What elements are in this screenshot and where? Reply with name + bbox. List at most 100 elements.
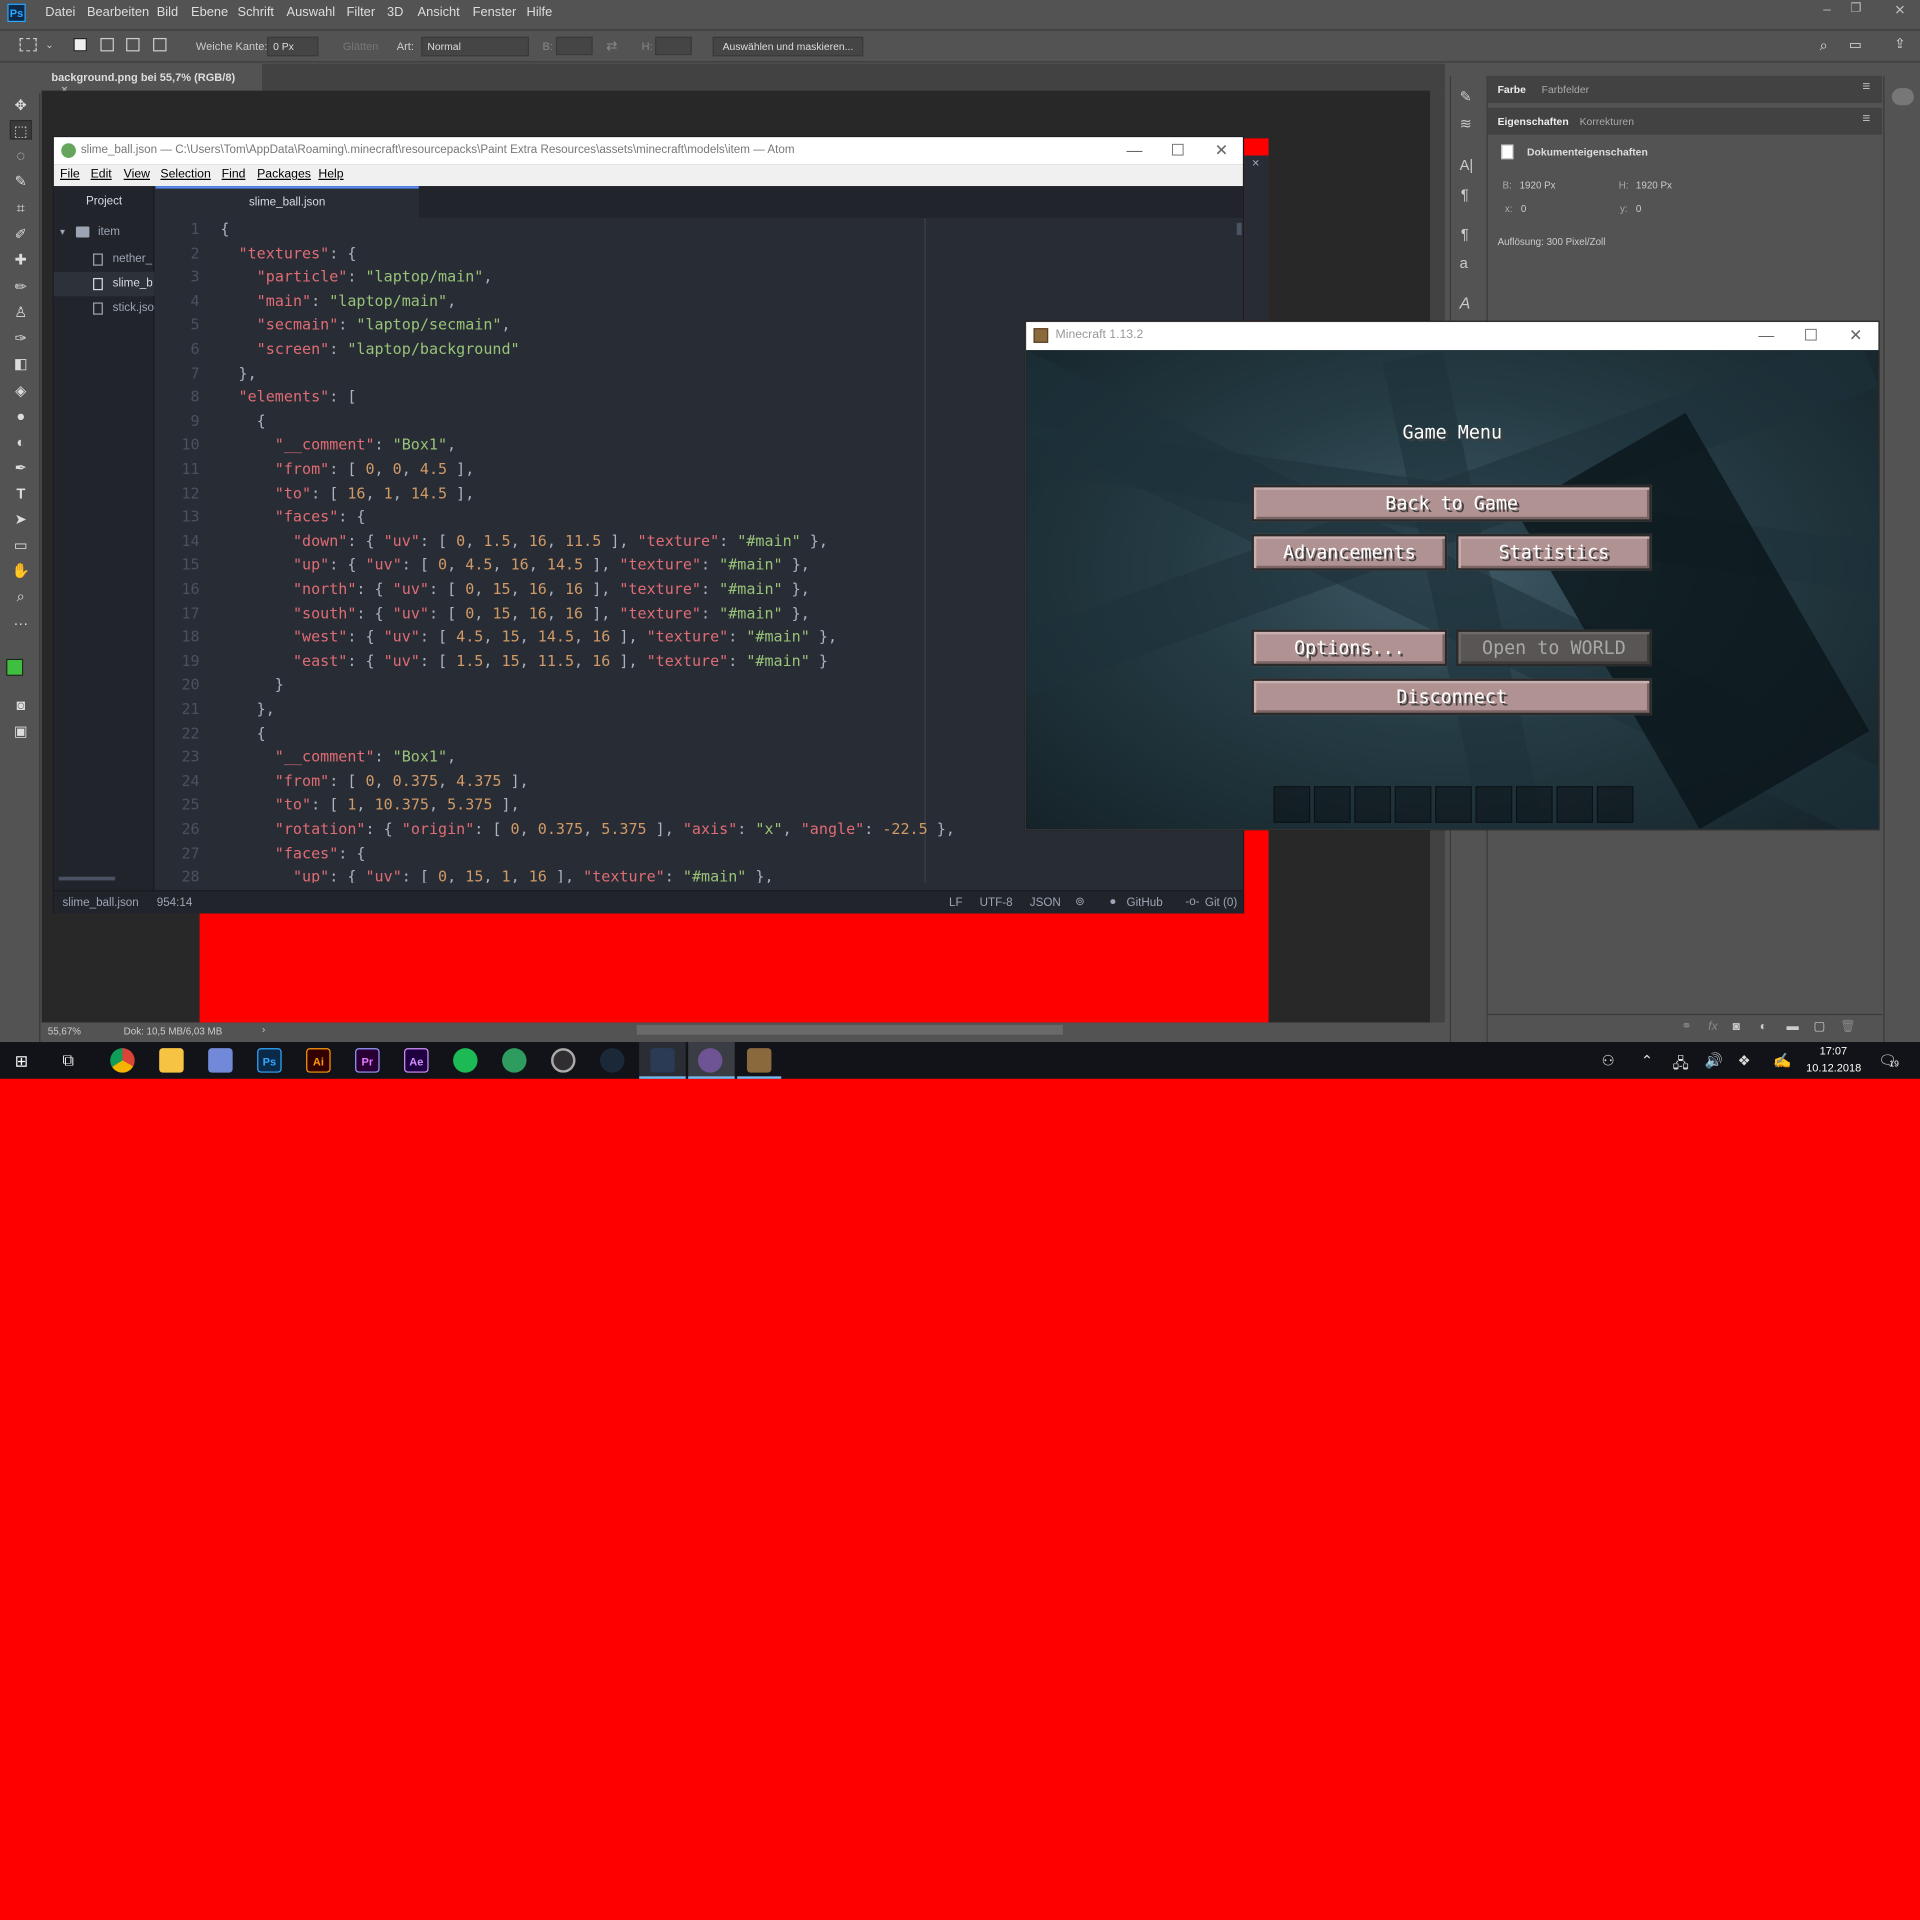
paint-bucket-icon[interactable]: ◈ bbox=[10, 381, 32, 401]
doc-y-value[interactable]: 0 bbox=[1636, 203, 1641, 214]
menu-schrift[interactable]: Schrift bbox=[238, 5, 274, 20]
eraser-tool-icon[interactable]: ◧ bbox=[10, 354, 32, 374]
pen-ink-icon[interactable]: ✍ bbox=[1773, 1052, 1791, 1069]
crop-tool-icon[interactable]: ⌗ bbox=[10, 198, 32, 218]
link-icon[interactable]: ⚭ bbox=[1681, 1020, 1691, 1033]
code-line[interactable]: 4 "main": "laptop/main", bbox=[156, 290, 1234, 314]
atom-menu-view[interactable]: View bbox=[124, 168, 150, 181]
healing-tool-icon[interactable]: ✚ bbox=[10, 250, 32, 270]
menu-hilfe[interactable]: Hilfe bbox=[527, 5, 553, 20]
character-styles-icon[interactable]: A bbox=[1460, 294, 1471, 312]
atom-menu-help[interactable]: Help bbox=[318, 168, 343, 181]
share-icon[interactable]: ⇪ bbox=[1894, 36, 1905, 52]
atom-menu-packages[interactable]: Packages bbox=[257, 168, 311, 181]
status-grammar[interactable]: JSON bbox=[1030, 896, 1061, 909]
dodge-tool-icon[interactable]: ◐ bbox=[10, 432, 32, 452]
steam-icon[interactable] bbox=[600, 1048, 625, 1073]
minecraft-titlebar[interactable]: Minecraft 1.13.2 — ☐ ✕ bbox=[1026, 322, 1879, 351]
trash-icon[interactable]: 🗑 bbox=[1840, 1020, 1856, 1033]
type-tool-icon[interactable]: T bbox=[10, 484, 32, 504]
atom-menu-find[interactable]: Find bbox=[222, 168, 246, 181]
network-icon[interactable]: 🖧 bbox=[1673, 1052, 1689, 1078]
code-line[interactable]: 1{ bbox=[156, 218, 1234, 242]
volume-icon[interactable]: 🔊 bbox=[1705, 1052, 1723, 1069]
move-tool-icon[interactable]: ✥ bbox=[10, 96, 32, 116]
gitkraken-icon[interactable] bbox=[502, 1048, 527, 1073]
github-icon[interactable]: ● bbox=[1109, 895, 1116, 908]
atom-titlebar[interactable]: slime_ball.json — C:\Users\Tom\AppData\R… bbox=[53, 137, 1243, 165]
menu-fenster[interactable]: Fenster bbox=[473, 5, 517, 20]
atom-icon[interactable] bbox=[650, 1048, 675, 1073]
fx-icon[interactable]: fx bbox=[1708, 1020, 1718, 1033]
intersect-selection-icon[interactable] bbox=[153, 37, 167, 52]
minecraft-maximize-icon[interactable]: ☐ bbox=[1804, 326, 1818, 346]
photoshop-icon[interactable]: Ps bbox=[257, 1048, 282, 1073]
code-line[interactable]: 3 "particle": "laptop/main", bbox=[156, 266, 1234, 290]
menu-ansicht[interactable]: Ansicht bbox=[418, 5, 460, 20]
tab-korrekturen[interactable]: Korrekturen bbox=[1580, 115, 1634, 127]
chevron-down-icon[interactable]: ⌄ bbox=[45, 39, 53, 50]
minecraft-close-icon[interactable]: ✕ bbox=[1849, 326, 1862, 346]
status-file[interactable]: slime_ball.json bbox=[62, 896, 138, 909]
close-icon[interactable]: ✕ bbox=[1251, 158, 1259, 169]
doc-height-value[interactable]: 1920 Px bbox=[1636, 180, 1672, 191]
style-select[interactable]: Normal bbox=[421, 36, 529, 57]
quick-mask-icon[interactable]: ◙ bbox=[10, 696, 32, 716]
chevron-down-icon[interactable]: ▾ bbox=[60, 227, 65, 238]
height-input[interactable] bbox=[655, 36, 692, 56]
new-selection-icon[interactable] bbox=[73, 37, 87, 52]
hand-tool-icon[interactable]: ✋ bbox=[10, 561, 32, 581]
clock-date[interactable]: 10.12.2018 bbox=[1806, 1062, 1861, 1074]
people-icon[interactable]: ⚇ bbox=[1602, 1052, 1615, 1069]
status-git[interactable]: Git (0) bbox=[1205, 896, 1237, 909]
zoom-tool-icon[interactable]: ⌕ bbox=[10, 587, 32, 607]
atom-minimize-icon[interactable]: — bbox=[1127, 141, 1143, 159]
menu-bearbeiten[interactable]: Bearbeiten bbox=[87, 5, 149, 20]
screen-mode-icon[interactable]: ▣ bbox=[10, 721, 32, 741]
history-brush-icon[interactable]: ✑ bbox=[10, 328, 32, 348]
atom-menu-selection[interactable]: Selection bbox=[160, 168, 210, 181]
pen-tool-icon[interactable]: ✒ bbox=[10, 458, 32, 478]
clock-time[interactable]: 17:07 bbox=[1820, 1044, 1848, 1056]
tree-file-row[interactable]: nether_ bbox=[54, 247, 154, 271]
character-icon[interactable]: A| bbox=[1460, 157, 1474, 174]
paragraph-styles-icon[interactable]: ¶ bbox=[1461, 225, 1469, 242]
quick-select-tool-icon[interactable]: ✎ bbox=[10, 171, 32, 191]
disconnect-button[interactable]: Disconnect bbox=[1251, 678, 1652, 716]
editor-tab[interactable]: slime_ball.json bbox=[155, 186, 419, 218]
menu-datei[interactable]: Datei bbox=[45, 5, 75, 20]
marquee-tool-preset-icon[interactable] bbox=[19, 37, 37, 52]
explorer-icon[interactable] bbox=[159, 1048, 184, 1073]
tree-scrollbar[interactable] bbox=[58, 876, 116, 881]
code-line[interactable]: 2 "textures": { bbox=[156, 242, 1234, 266]
tree-folder-item[interactable]: item bbox=[98, 225, 120, 238]
doc-x-value[interactable]: 0 bbox=[1521, 203, 1526, 214]
doc-width-value[interactable]: 1920 Px bbox=[1520, 180, 1556, 191]
minecraft-icon[interactable] bbox=[746, 1048, 772, 1073]
statistics-button[interactable]: Statistics bbox=[1455, 533, 1652, 571]
folder-icon[interactable]: ▬ bbox=[1787, 1020, 1799, 1033]
eyedropper-tool-icon[interactable]: ✐ bbox=[10, 224, 32, 244]
select-and-mask-button[interactable]: Auswählen und maskieren... bbox=[712, 36, 864, 57]
paragraph-icon[interactable]: ¶ bbox=[1461, 186, 1469, 203]
marquee-tool-icon[interactable]: ⬚ bbox=[9, 120, 32, 140]
atom-menu-file[interactable]: File bbox=[60, 168, 80, 181]
options-button[interactable]: Options... bbox=[1251, 629, 1448, 667]
project-tab[interactable]: Project bbox=[54, 186, 154, 218]
editor-scrollbar[interactable] bbox=[1236, 222, 1242, 236]
add-selection-icon[interactable] bbox=[100, 37, 114, 52]
document-tab[interactable]: background.png bei 55,7% (RGB/8) × bbox=[41, 63, 263, 96]
brush-tool-icon[interactable]: ✏ bbox=[10, 277, 32, 297]
menu-filter[interactable]: Filter bbox=[347, 5, 376, 20]
workspace-icon[interactable]: ▭ bbox=[1849, 37, 1862, 53]
panel-menu-icon[interactable]: ≡ bbox=[1862, 80, 1870, 95]
back-to-game-button[interactable]: Back to Game bbox=[1251, 484, 1652, 522]
menu-ebene[interactable]: Ebene bbox=[191, 5, 228, 20]
swap-icon[interactable]: ⇄ bbox=[606, 38, 617, 54]
obs-icon[interactable] bbox=[551, 1048, 576, 1073]
search-icon[interactable]: ⌕ bbox=[1820, 37, 1828, 55]
brush-presets-icon[interactable]: ≋ bbox=[1460, 115, 1472, 132]
tab-farbfelder[interactable]: Farbfelder bbox=[1542, 83, 1589, 95]
ps-restore-icon[interactable]: ❐ bbox=[1850, 2, 1861, 15]
tab-eigenschaften[interactable]: Eigenschaften bbox=[1498, 115, 1569, 127]
